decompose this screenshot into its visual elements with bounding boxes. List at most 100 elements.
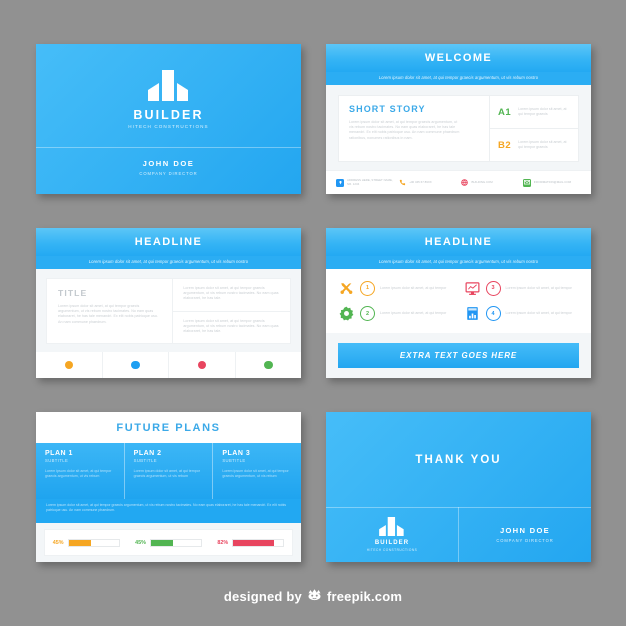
progress-label: 82% (217, 539, 229, 546)
side-cell-body: Lorem ipsum dolor sit amet, at qui tempo… (183, 286, 279, 301)
feature-item-report-chart[interactable]: 4 Lorem ipsum dolor sit amet, at qui tem… (464, 303, 580, 326)
plan-title: PLAN 1 (45, 450, 73, 457)
slide-welcome[interactable]: WELCOME Lorem ipsum dolor sit amet, at q… (326, 44, 591, 194)
progress-bars-section: 45% 45% 82% (36, 523, 301, 562)
contact-item-phone[interactable]: +00 345 67 89XX (398, 179, 456, 187)
feature-item-monitor-chart[interactable]: 3 Lorem ipsum dolor sit amet, at qui tem… (464, 277, 580, 300)
progress-fill (68, 539, 92, 546)
progress-fill (150, 539, 174, 546)
cover-brand-tagline: HITECH CONSTRUCTIONS (128, 124, 209, 129)
dot-orange-icon (64, 360, 73, 370)
feature-number-badge: 1 (360, 280, 375, 296)
cover-brand-name: BUILDER (133, 108, 204, 122)
credit-line: designed by freepik.com (0, 588, 626, 604)
plan-column[interactable]: PLAN 2 SUBTITLE Lorem ipsum dolor sit am… (123, 443, 213, 499)
credit-prefix: designed by (223, 588, 302, 604)
welcome-title: WELCOME (424, 52, 493, 64)
contact-item-email[interactable]: INFORMATION@MAIL.COM (522, 178, 581, 187)
welcome-subtitle-strip: Lorem ipsum dolor sit amet, at qui tempo… (326, 72, 591, 85)
dot-cell[interactable] (36, 352, 102, 378)
feature-item-gear[interactable]: 2 Lorem ipsum dolor sit amet, at qui tem… (338, 303, 454, 326)
report-chart-icon (464, 305, 481, 322)
monitor-chart-icon (464, 280, 481, 297)
short-story-panel: SHORT STORY Lorem ipsum dolor sit amet, … (339, 96, 490, 161)
slide-headline-features[interactable]: HEADLINE Lorem ipsum dolor sit amet, at … (326, 228, 591, 378)
contact-email-text: INFORMATION@MAIL.COM (533, 179, 571, 184)
slide-cover-body: BUILDER HITECH CONSTRUCTIONS JOHN DOE CO… (36, 44, 301, 194)
headline-title-columns: TITLE Lorem ipsum dolor sit amet, at qui… (46, 278, 291, 344)
location-pin-icon (336, 178, 344, 187)
title-panel-heading: TITLE (58, 288, 88, 298)
credit-name: freepik.com (326, 588, 403, 604)
slide-deck: BUILDER HITECH CONSTRUCTIONS JOHN DOE CO… (0, 0, 626, 626)
side-cell-body: Lorem ipsum dolor sit amet, at qui tempo… (183, 318, 279, 333)
dot-cell[interactable] (101, 352, 169, 378)
plan-body: Lorem ipsum dolor sit amet, at qui tempo… (45, 469, 112, 479)
features-content: 1 Lorem ipsum dolor sit amet, at qui tem… (326, 269, 591, 378)
feature-number-badge: 2 (360, 306, 375, 322)
extra-text-banner[interactable]: EXTRA TEXT GOES HERE (338, 343, 579, 368)
plan-subtitle: SUBTITLE (133, 458, 157, 463)
side-cell: Lorem ipsum dolor sit amet, at qui tempo… (173, 279, 290, 311)
dot-cell[interactable] (168, 352, 235, 378)
plans-description-text: Lorem ipsum dolor sit amet, at qui tempo… (46, 503, 287, 513)
kv-key: A1 (498, 106, 512, 118)
plan-column[interactable]: PLAN 1 SUBTITLE Lorem ipsum dolor sit am… (36, 443, 124, 499)
headline-title-heading: HEADLINE (134, 236, 203, 248)
thank-you-brand-name: BUILDER (374, 540, 410, 547)
future-plans-title: FUTURE PLANS (116, 421, 221, 434)
progress-label: 45% (135, 539, 146, 546)
side-cell: Lorem ipsum dolor sit amet, at qui tempo… (173, 310, 290, 344)
title-side-panels: Lorem ipsum dolor sit amet, at qui tempo… (173, 279, 290, 343)
thank-you-person-role: COMPANY DIRECTOR (496, 537, 554, 543)
dot-green-icon (264, 360, 273, 370)
feature-body: Lorem ipsum dolor sit amet, at qui tempo… (380, 311, 447, 316)
welcome-contact-bar: ADDRESS HERE, STREET NAME, NR. 1234 +00 … (326, 170, 591, 194)
headline-title-content: TITLE Lorem ipsum dolor sit amet, at qui… (36, 269, 301, 378)
slide-headline-title[interactable]: HEADLINE Lorem ipsum dolor sit amet, at … (36, 228, 301, 378)
freepik-crown-icon (307, 588, 322, 604)
gear-icon (338, 305, 355, 322)
thank-you-person-name: JOHN DOE (499, 526, 551, 536)
welcome-kv-panel: A1 Lorem ipsum dolor sit amet, at qui te… (490, 96, 578, 161)
features-subtitle-strip: Lorem ipsum dolor sit amet, at qui tempo… (326, 256, 591, 269)
contact-phone-text: +00 345 67 89XX (409, 179, 432, 184)
globe-icon (461, 179, 469, 187)
plans-row: PLAN 1 SUBTITLE Lorem ipsum dolor sit am… (36, 443, 301, 499)
progress-item[interactable]: 82% (217, 538, 285, 547)
progress-item[interactable]: 45% (53, 538, 120, 547)
short-story-body: Lorem ipsum dolor sit amet, at qui tempo… (349, 120, 460, 140)
contact-address-text: ADDRESS HERE, STREET NAME, NR. 1234 (347, 177, 393, 186)
progress-fill (233, 539, 275, 546)
plan-title: PLAN 3 (222, 450, 251, 457)
slide-cover[interactable]: BUILDER HITECH CONSTRUCTIONS JOHN DOE CO… (36, 44, 301, 194)
thank-you-person-cell: JOHN DOE COMPANY DIRECTOR (458, 507, 591, 562)
short-story-title: SHORT STORY (349, 104, 426, 114)
kv-row[interactable]: A1 Lorem ipsum dolor sit amet, at qui te… (490, 96, 578, 128)
plan-column[interactable]: PLAN 3 SUBTITLE Lorem ipsum dolor sit am… (212, 443, 301, 499)
slide-thank-you[interactable]: THANK YOU BUILDER HITECH CONSTRUCTIONS J… (326, 412, 591, 562)
building-logo-icon (147, 70, 190, 101)
plan-body: Lorem ipsum dolor sit amet, at qui tempo… (133, 469, 200, 479)
building-logo-icon (379, 517, 405, 537)
thank-you-body: THANK YOU BUILDER HITECH CONSTRUCTIONS J… (326, 412, 591, 562)
contact-item-web[interactable]: BUILDING.COM (461, 179, 519, 187)
contact-item-address[interactable]: ADDRESS HERE, STREET NAME, NR. 1234 (336, 177, 394, 187)
tools-icon (338, 280, 355, 297)
welcome-content: SHORT STORY Lorem ipsum dolor sit amet, … (326, 85, 591, 194)
title-panel-body: Lorem ipsum dolor sit amet, at qui tempo… (58, 304, 158, 324)
feature-item-tools[interactable]: 1 Lorem ipsum dolor sit amet, at qui tem… (338, 277, 454, 300)
plan-subtitle: SUBTITLE (45, 458, 69, 463)
dot-cell[interactable] (234, 352, 302, 378)
kv-row[interactable]: B2 Lorem ipsum dolor sit amet, at qui te… (490, 128, 578, 161)
thank-you-brand-tagline: HITECH CONSTRUCTIONS (366, 547, 418, 552)
feature-number-badge: 4 (485, 306, 501, 322)
features-heading: HEADLINE (424, 236, 493, 248)
cover-logo-block: BUILDER HITECH CONSTRUCTIONS (36, 70, 301, 129)
headline-title-subtitle-strip: Lorem ipsum dolor sit amet, at qui tempo… (36, 256, 301, 269)
envelope-icon (522, 178, 531, 187)
progress-item[interactable]: 45% (135, 538, 202, 547)
future-plans-header: FUTURE PLANS (36, 412, 301, 443)
slide-future-plans[interactable]: FUTURE PLANS PLAN 1 SUBTITLE Lorem ipsum… (36, 412, 301, 562)
cover-person-block: JOHN DOE COMPANY DIRECTOR (36, 159, 301, 176)
